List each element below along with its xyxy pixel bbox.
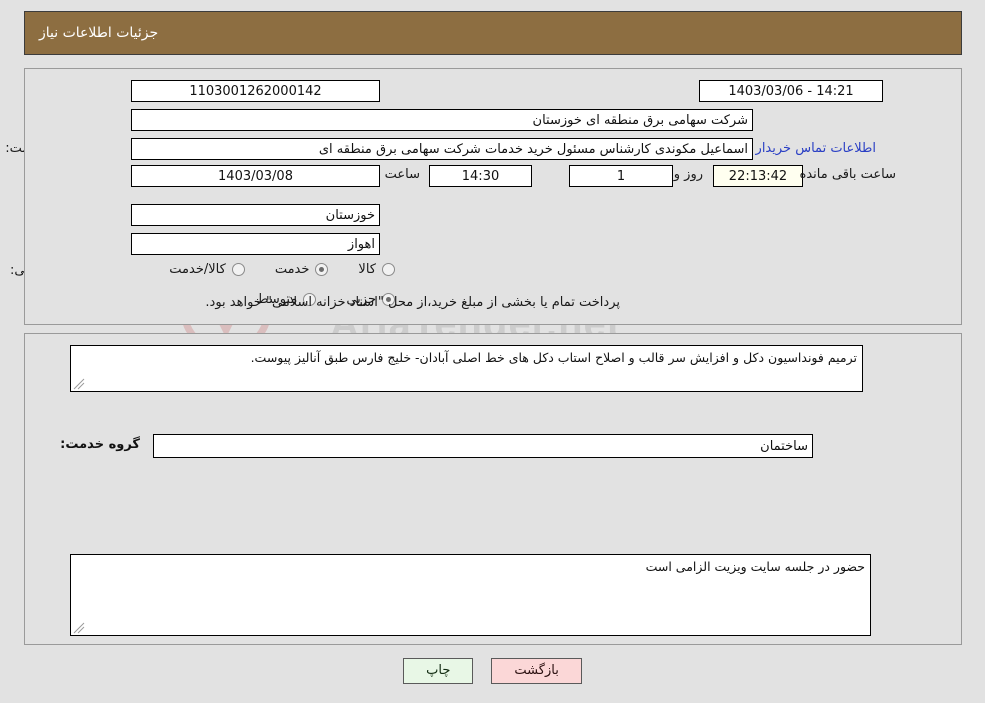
remaining-days-label: روز و bbox=[673, 167, 703, 182]
category-option-khedmat[interactable]: خدمت bbox=[275, 262, 329, 277]
radio-icon[interactable] bbox=[315, 263, 329, 276]
announce-date-value[interactable]: 1403/03/06 - 14:21 bbox=[699, 80, 883, 102]
category-option-kala-khedmat[interactable]: کالا/خدمت bbox=[169, 262, 245, 277]
category-option-label: کالا bbox=[358, 262, 376, 277]
category-option-label: کالا/خدمت bbox=[169, 262, 226, 277]
remaining-time-label: ساعت باقی مانده bbox=[799, 167, 896, 182]
remaining-days-value[interactable]: 1 bbox=[569, 165, 673, 187]
need-info-panel bbox=[24, 68, 962, 325]
deadline-hour-value[interactable]: 14:30 bbox=[429, 165, 532, 187]
category-option-label: خدمت bbox=[274, 262, 310, 277]
service-group-label: گروه خدمت: bbox=[60, 437, 140, 452]
buyer-notes-value: حضور در جلسه سایت ویزیت الزامی است bbox=[645, 559, 865, 574]
need-number-value[interactable]: 1103001262000142 bbox=[131, 80, 380, 102]
page-title: جزئیات اطلاعات نیاز bbox=[39, 25, 159, 41]
buyer-org-value[interactable]: شرکت سهامی برق منطقه ای خوزستان bbox=[131, 109, 753, 131]
service-group-value[interactable]: ساختمان bbox=[153, 434, 813, 458]
deadline-date-value[interactable]: 1403/03/08 bbox=[131, 165, 380, 187]
radio-icon[interactable] bbox=[231, 263, 245, 276]
city-value[interactable]: اهواز bbox=[131, 233, 380, 255]
province-value[interactable]: خوزستان bbox=[131, 204, 380, 226]
print-button[interactable]: چاپ bbox=[403, 658, 474, 684]
description-value: ترمیم فونداسیون دکل و افزایش سر قالب و ا… bbox=[250, 350, 857, 365]
buyer-notes-textarea[interactable]: حضور در جلسه سایت ویزیت الزامی است bbox=[70, 554, 871, 636]
deadline-hour-label: ساعت bbox=[384, 167, 420, 182]
category-radio-group: کالا خدمت کالا/خدمت bbox=[139, 262, 395, 277]
radio-icon[interactable] bbox=[382, 263, 395, 276]
back-button[interactable]: بازگشت bbox=[491, 658, 582, 684]
resize-grip-icon[interactable] bbox=[73, 622, 85, 634]
resize-grip-icon[interactable] bbox=[73, 378, 85, 390]
creator-value[interactable]: اسماعیل مکوندی کارشناس مسئول خرید خدمات … bbox=[131, 138, 753, 160]
page-header: جزئیات اطلاعات نیاز bbox=[24, 11, 962, 55]
buyer-contact-link[interactable]: اطلاعات تماس خریدار bbox=[756, 141, 876, 156]
process-note: پرداخت تمام یا بخشی از مبلغ خرید،از محل … bbox=[205, 295, 620, 310]
remaining-time-value[interactable]: 22:13:42 bbox=[713, 165, 803, 187]
description-textarea[interactable]: ترمیم فونداسیون دکل و افزایش سر قالب و ا… bbox=[70, 345, 863, 392]
action-button-bar: چاپ بازگشت bbox=[0, 658, 985, 684]
category-option-kala[interactable]: کالا bbox=[358, 262, 395, 277]
